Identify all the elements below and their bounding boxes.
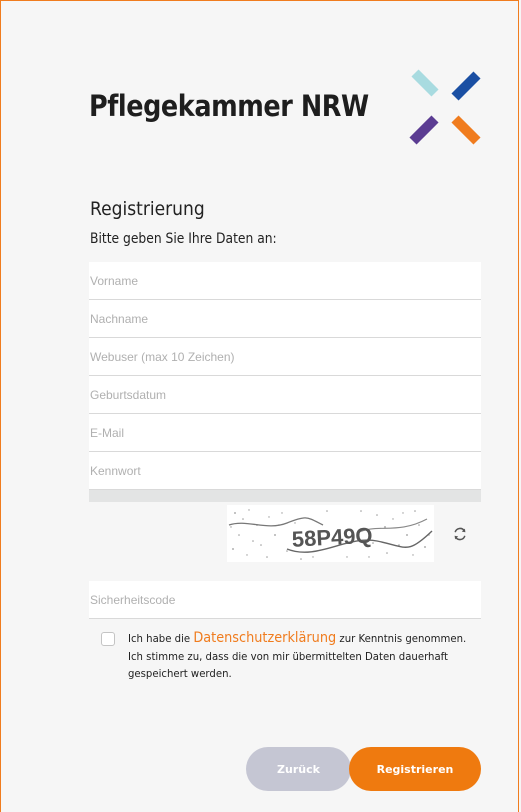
brand-title: Pflegekammer NRW <box>89 89 369 123</box>
consent-line-3: gespeichert werden. <box>128 667 232 680</box>
consent-line-2: Ich stimme zu, dass die von mir übermitt… <box>128 649 449 663</box>
password-input[interactable] <box>89 452 481 490</box>
privacy-policy-link[interactable]: Datenschutzerklärung <box>193 630 336 646</box>
first-name-input[interactable] <box>89 262 481 300</box>
consent-line-1: Ich habe die Datenschutzerklärung zur Ke… <box>128 630 466 648</box>
form-title: Registrierung <box>90 198 205 220</box>
consent-suffix: zur Kenntnis genommen. <box>339 632 467 645</box>
pflegekammer-logo-icon <box>409 69 481 145</box>
webuser-input[interactable] <box>89 338 481 376</box>
birthdate-input[interactable] <box>89 376 481 414</box>
password-strength-bar <box>89 490 481 502</box>
privacy-consent-text: Ich habe die Datenschutzerklärung zur Ke… <box>128 630 466 683</box>
last-name-input[interactable] <box>89 300 481 338</box>
register-button[interactable]: Registrieren <box>349 747 481 791</box>
refresh-icon <box>454 527 466 541</box>
captcha-image: 58P49Q <box>227 505 434 562</box>
back-button[interactable]: Zurück <box>246 747 351 791</box>
security-code-input[interactable] <box>89 581 481 619</box>
captcha-text: 58P49Q <box>291 523 373 552</box>
security-code-wrapper <box>89 581 481 619</box>
registration-page: Pflegekammer NRW Registrierung Bitte geb… <box>0 0 519 812</box>
privacy-consent-checkbox[interactable] <box>101 632 115 646</box>
email-input[interactable] <box>89 414 481 452</box>
form-subtitle: Bitte geben Sie Ihre Daten an: <box>90 231 277 247</box>
refresh-captcha-button[interactable] <box>450 524 470 544</box>
consent-prefix: Ich habe die <box>128 632 191 645</box>
registration-fields <box>89 262 481 502</box>
